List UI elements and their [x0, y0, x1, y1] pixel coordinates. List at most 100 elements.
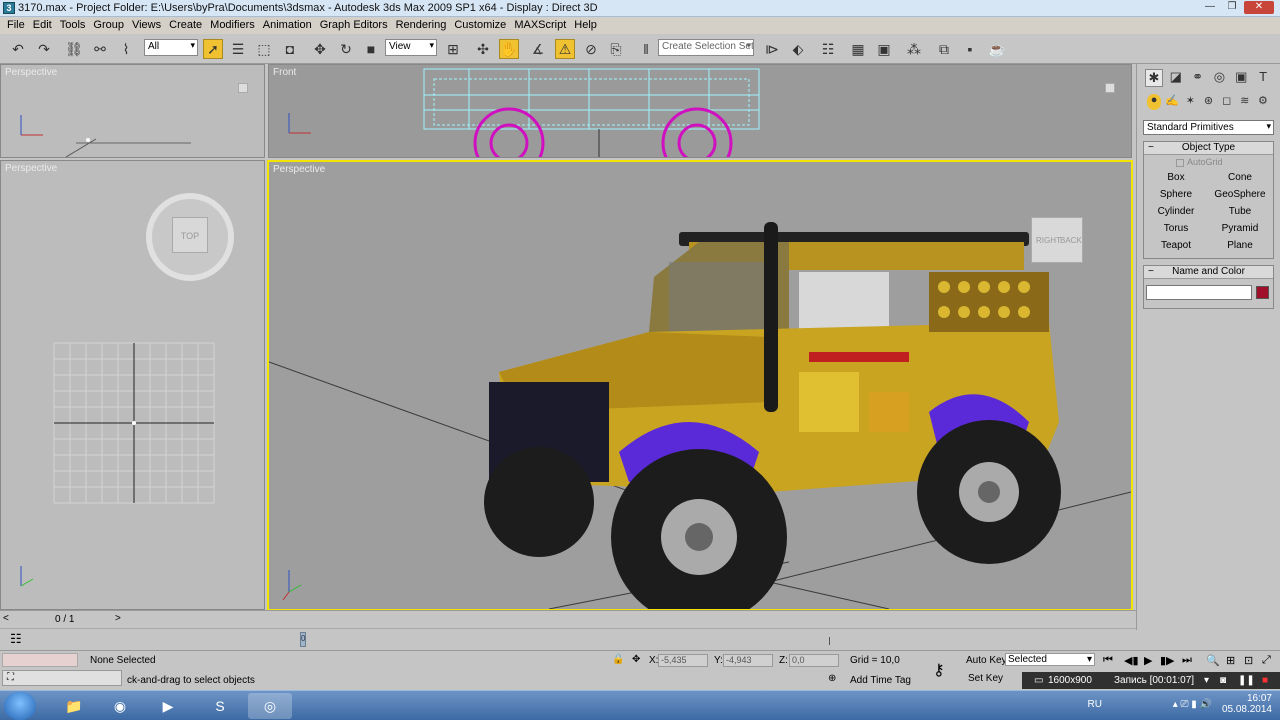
menu-graph-editors[interactable]: Graph Editors	[317, 17, 393, 34]
object-name-input[interactable]	[1146, 285, 1252, 300]
menu-file[interactable]: File	[4, 17, 30, 34]
named-selection-icon[interactable]: ǁ	[636, 39, 656, 59]
category-dropdown[interactable]: Standard Primitives ▾	[1143, 120, 1274, 135]
minimize-button[interactable]: —	[1200, 1, 1220, 14]
display-tab-icon[interactable]: ▣	[1232, 69, 1250, 87]
menu-create[interactable]: Create	[166, 17, 207, 34]
zoom-extents-icon[interactable]: ⊡	[1244, 654, 1253, 667]
clock-date[interactable]: 05.08.2014	[1222, 704, 1272, 715]
percent-snap-icon[interactable]: ⚠	[555, 39, 575, 59]
box-button[interactable]: Box	[1146, 171, 1206, 186]
clock-time[interactable]: 16:07	[1222, 693, 1272, 704]
media-player-icon[interactable]: ▶	[146, 693, 190, 719]
torus-button[interactable]: Torus	[1146, 222, 1206, 237]
time-tag-icon[interactable]: ⊕	[828, 673, 836, 684]
stop-icon[interactable]: ■	[1262, 675, 1268, 686]
selection-filter-dropdown[interactable]: All ▾	[144, 39, 198, 56]
camera-icon[interactable]: ◙	[1220, 675, 1226, 686]
shapes-icon[interactable]: ✍	[1165, 94, 1179, 110]
create-tab-icon[interactable]: ✱	[1145, 69, 1163, 87]
align-icon[interactable]: ⬖	[788, 39, 808, 59]
language-indicator[interactable]: RU	[1088, 699, 1102, 710]
move-icon[interactable]: ✥	[310, 39, 330, 59]
lights-icon[interactable]: ✶	[1183, 94, 1197, 110]
tray-icons[interactable]: ▴ ⎚ ▮ 🔊	[1173, 699, 1212, 710]
snaps-toggle-icon[interactable]: ✋	[499, 39, 519, 59]
viewport-top-left[interactable]: Perspective	[0, 64, 265, 158]
render-setup-icon[interactable]: ⧉	[934, 39, 954, 59]
cone-button[interactable]: Cone	[1210, 171, 1270, 186]
object-type-rollout-header[interactable]: − Object Type	[1144, 142, 1273, 155]
viewcube-back-face[interactable]: BACK	[1060, 236, 1082, 245]
go-to-start-icon[interactable]: ⏮	[1103, 654, 1113, 667]
menu-edit[interactable]: Edit	[30, 17, 57, 34]
zoom-icon[interactable]: 🔍	[1206, 654, 1220, 667]
scale-icon[interactable]: ■	[361, 39, 381, 59]
maxscript-listener-mini[interactable]	[2, 653, 78, 667]
geosphere-button[interactable]: GeoSphere	[1210, 188, 1270, 203]
zoom-all-icon[interactable]: ⊞	[1226, 654, 1235, 667]
previous-frame-icon[interactable]: ◀▮	[1124, 654, 1139, 667]
recorder-menu-icon[interactable]: ▾	[1204, 675, 1209, 686]
menu-maxscript[interactable]: MAXScript	[511, 17, 571, 34]
next-frame-icon[interactable]: ▮▶	[1160, 654, 1175, 667]
object-color-swatch[interactable]	[1256, 286, 1269, 299]
geometry-icon[interactable]: ●	[1147, 94, 1162, 110]
pivot-center-icon[interactable]: ⊞	[443, 39, 463, 59]
curve-editor-icon[interactable]: ▦	[848, 39, 868, 59]
viewport-front[interactable]: Front	[268, 64, 1132, 158]
menu-group[interactable]: Group	[90, 17, 129, 34]
sphere-button[interactable]: Sphere	[1146, 188, 1206, 203]
select-object-icon[interactable]: ➚	[203, 39, 223, 59]
time-slider[interactable]: < 0 / 1 >	[0, 610, 1136, 628]
systems-icon[interactable]: ⚙	[1256, 94, 1270, 110]
track-bar[interactable]: ☷ 0	[0, 628, 1136, 650]
menu-customize[interactable]: Customize	[451, 17, 511, 34]
x-coordinate-field[interactable]: -5,435	[658, 654, 708, 667]
restore-button[interactable]: ❐	[1222, 1, 1242, 14]
name-color-rollout-header[interactable]: − Name and Color	[1144, 266, 1273, 279]
set-key-button[interactable]: Set Key	[968, 673, 1003, 684]
add-time-tag-button[interactable]: Add Time Tag	[850, 675, 911, 686]
set-key-icon[interactable]: ⚷	[933, 660, 945, 680]
firefox-icon[interactable]: ◉	[98, 693, 142, 719]
3ds-max-taskbar-icon[interactable]: ◎	[248, 693, 292, 719]
select-by-name-icon[interactable]: ☰	[228, 39, 248, 59]
transform-mode-icon[interactable]: ✥	[632, 654, 640, 665]
mini-curve-editor-icon[interactable]: ☷	[10, 631, 22, 647]
menu-views[interactable]: Views	[129, 17, 166, 34]
play-icon[interactable]: ▶	[1144, 654, 1152, 667]
mirror-icon[interactable]: ⧐	[762, 39, 782, 59]
material-editor-icon[interactable]: ⁂	[904, 39, 924, 59]
viewcube[interactable]: RIGHT BACK	[1031, 217, 1083, 263]
cameras-icon[interactable]: ⊛	[1201, 94, 1215, 110]
menu-tools[interactable]: Tools	[57, 17, 91, 34]
menu-animation[interactable]: Animation	[260, 17, 317, 34]
utilities-tab-icon[interactable]: T	[1254, 69, 1272, 87]
pause-icon[interactable]: ❚❚	[1238, 675, 1255, 686]
rectangular-selection-icon[interactable]: ⬚	[254, 39, 274, 59]
time-slider-next-button[interactable]: >	[115, 613, 121, 624]
pyramid-button[interactable]: Pyramid	[1210, 222, 1270, 237]
unlink-icon[interactable]: ⚯	[90, 39, 110, 59]
link-icon[interactable]: ⛓	[64, 39, 84, 59]
explorer-icon[interactable]: 📁	[52, 693, 96, 719]
menu-rendering[interactable]: Rendering	[393, 17, 452, 34]
rendered-frame-window-icon[interactable]: ▪	[960, 39, 980, 59]
menu-help[interactable]: Help	[571, 17, 602, 34]
auto-key-button[interactable]: Auto Key	[966, 655, 1007, 666]
close-button[interactable]: ✕	[1244, 1, 1274, 14]
viewport-left[interactable]: Perspective TOP	[0, 160, 265, 610]
time-slider-prev-button[interactable]: <	[3, 613, 9, 624]
reference-coordinate-dropdown[interactable]: View ▾	[385, 39, 437, 56]
autogrid-checkbox[interactable]: AutoGrid	[1144, 155, 1273, 169]
undo-icon[interactable]: ↶	[8, 39, 28, 59]
angle-snap-icon[interactable]: ∡	[528, 39, 548, 59]
redo-icon[interactable]: ↷	[34, 39, 54, 59]
hierarchy-tab-icon[interactable]: ⚭	[1189, 69, 1207, 87]
cylinder-button[interactable]: Cylinder	[1146, 205, 1206, 220]
plane-button[interactable]: Plane	[1210, 239, 1270, 254]
bind-space-warp-icon[interactable]: ⌇	[116, 39, 136, 59]
spinner-snap-icon[interactable]: ⊘	[581, 39, 601, 59]
maximize-viewport-icon[interactable]: ⤢	[1262, 654, 1271, 667]
